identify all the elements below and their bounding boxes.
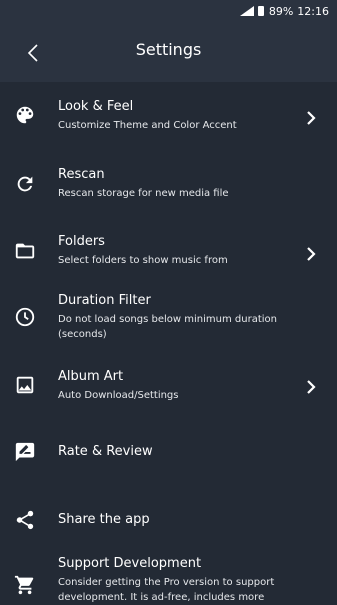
signal-icon	[239, 6, 254, 16]
settings-item-support-development[interactable]: Support Development Consider getting the…	[0, 554, 337, 603]
status-bar: 89% 12:16	[0, 0, 337, 22]
settings-item-subtitle: Auto Download/Settings	[58, 390, 179, 401]
battery-icon	[257, 6, 264, 16]
settings-item-title: Album Art	[58, 369, 124, 384]
settings-item-subtitle: Do not load songs below minimum duration…	[58, 314, 277, 340]
settings-item-subtitle: Customize Theme and Color Accent	[58, 120, 237, 131]
settings-item-album-art[interactable]: Album Art Auto Download/Settings	[0, 367, 337, 413]
settings-item-title: Rescan	[58, 167, 105, 182]
settings-item-look-and-feel[interactable]: Look & Feel Customize Theme and Color Ac…	[0, 96, 337, 142]
settings-item-title: Look & Feel	[58, 99, 134, 114]
palette-icon	[16, 106, 34, 124]
refresh-icon	[17, 176, 33, 192]
chevron-right-icon	[307, 247, 316, 261]
clock-icon	[15, 307, 35, 327]
share-icon	[16, 510, 34, 530]
settings-item-title: Duration Filter	[58, 293, 151, 308]
clock-time: 12:16	[297, 4, 329, 18]
settings-item-subtitle: Consider getting the Pro version to supp…	[58, 577, 275, 603]
chevron-right-icon	[307, 380, 316, 394]
settings-item-duration-filter[interactable]: Duration Filter Do not load songs below …	[0, 290, 337, 348]
image-icon	[16, 376, 34, 394]
settings-item-subtitle: Select folders to show music from	[58, 255, 228, 266]
battery-percentage: 89%	[268, 4, 294, 18]
settings-item-folders[interactable]: Folders Select folders to show music fro…	[0, 232, 337, 278]
toolbar: Settings	[0, 22, 337, 82]
settings-item-title: Rate & Review	[58, 444, 153, 459]
settings-item-rate-review[interactable]: Rate & Review	[0, 438, 337, 466]
rate-review-icon	[15, 442, 35, 462]
page-title: Settings	[135, 40, 202, 59]
chevron-right-icon	[307, 111, 316, 125]
settings-item-share[interactable]: Share the app	[0, 506, 337, 534]
settings-item-subtitle: Rescan storage for new media file	[58, 188, 229, 199]
folder-icon	[15, 243, 35, 259]
settings-item-rescan[interactable]: Rescan Rescan storage for new media file	[0, 164, 337, 210]
settings-item-title: Folders	[58, 234, 105, 249]
cart-icon	[14, 575, 34, 595]
settings-item-title: Share the app	[58, 512, 150, 527]
settings-item-title: Support Development	[58, 556, 202, 571]
